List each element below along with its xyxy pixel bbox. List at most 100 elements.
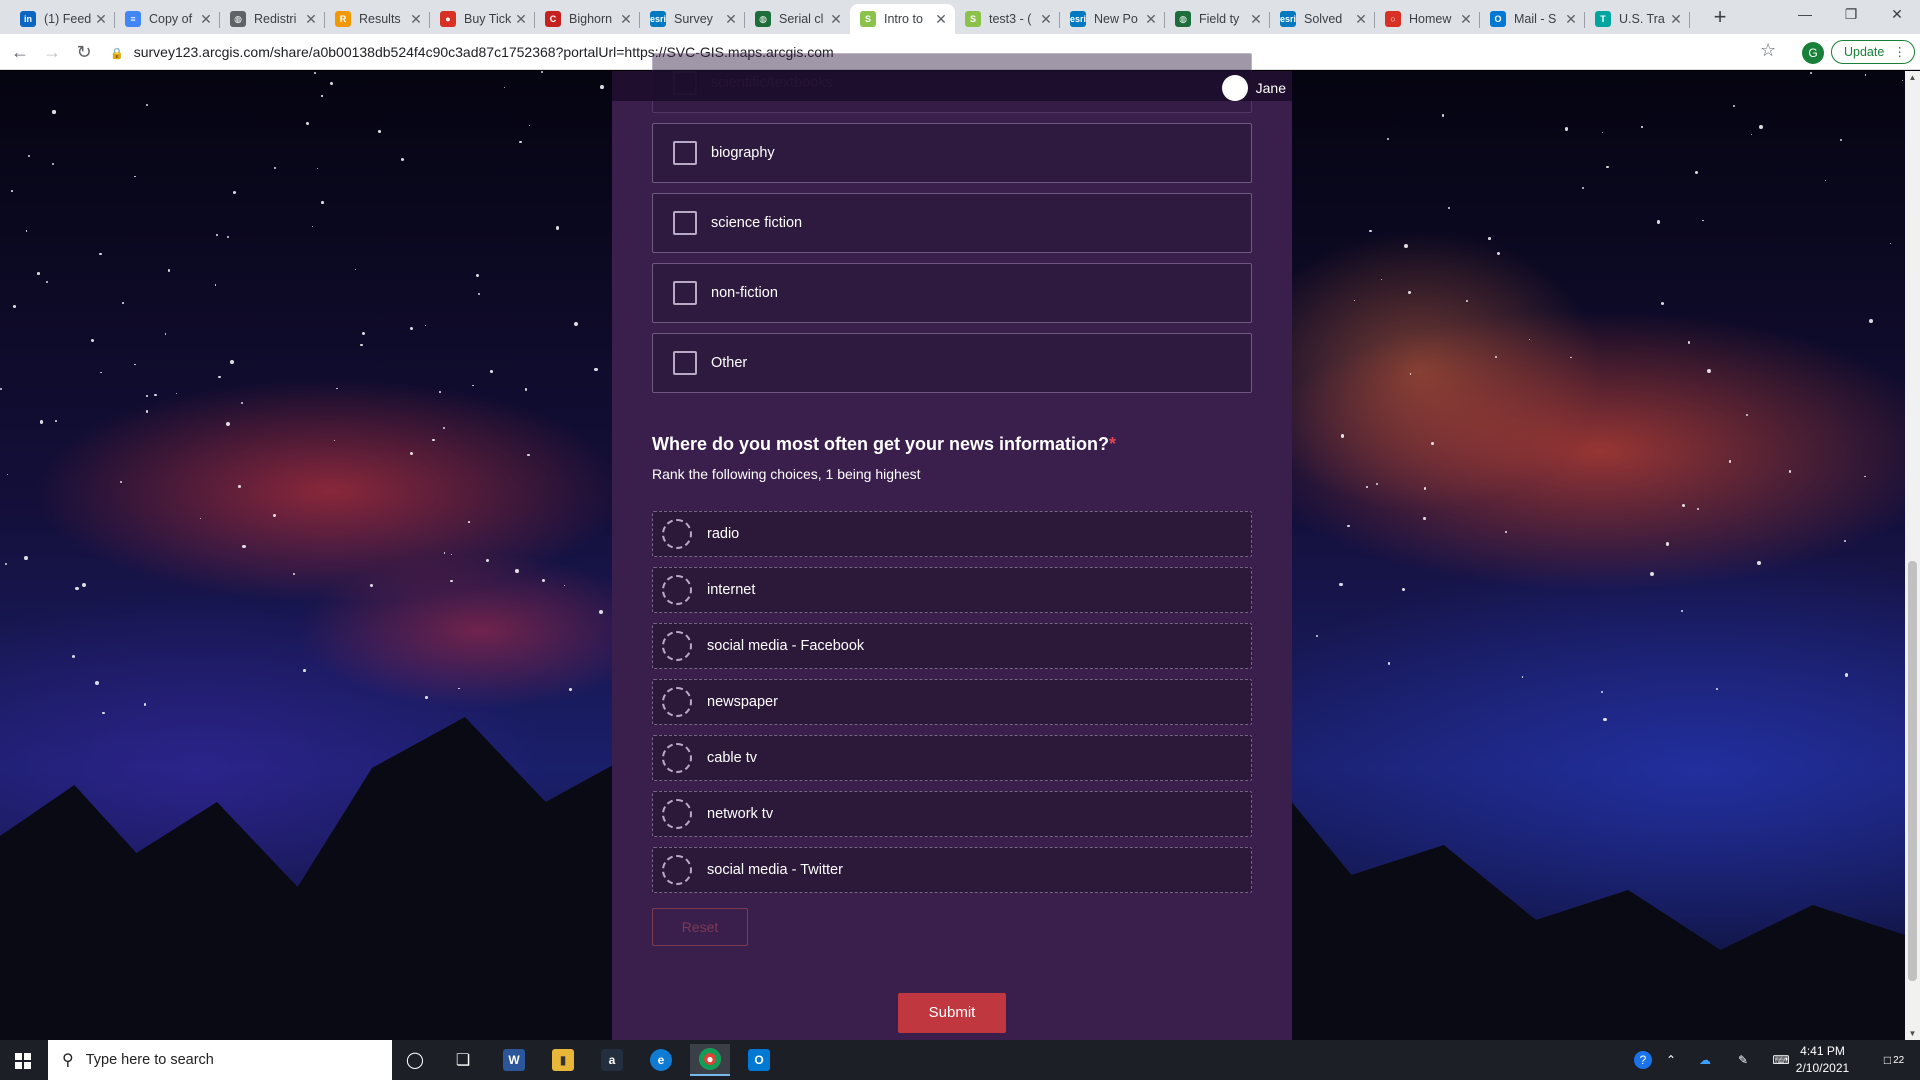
close-tab-icon[interactable]: ✕ [1563,11,1579,28]
start-button[interactable] [0,1040,46,1080]
close-tab-icon[interactable]: ✕ [1668,11,1684,28]
browser-tab[interactable]: ● Buy Tick ✕ [430,4,535,34]
close-tab-icon[interactable]: ✕ [828,11,844,28]
profile-avatar[interactable]: G [1802,42,1824,64]
genre-option-label: non-fiction [711,285,778,301]
genre-option[interactable]: science fiction [652,193,1252,253]
reset-button[interactable]: Reset [652,908,748,946]
page-scrollbar[interactable]: ▲ ▼ [1905,71,1920,1040]
taskbar-search-box[interactable]: ⚲ Type here to search [48,1040,392,1080]
show-hidden-icons-chevron-icon[interactable]: ⌃ [1660,1040,1682,1080]
close-tab-icon[interactable]: ✕ [723,11,739,28]
reload-icon[interactable]: ↻ [72,40,96,64]
browser-tab[interactable]: ○ Homew ✕ [1375,4,1480,34]
star-dot [360,343,363,347]
browser-tab[interactable]: ◍ Redistri ✕ [220,4,325,34]
close-tab-icon[interactable]: ✕ [933,11,949,28]
ranking-choice[interactable]: cable tv [652,735,1252,781]
update-button[interactable]: Update ⋮ [1831,40,1915,64]
star-dot [1759,125,1764,130]
cortana-icon[interactable]: ◯ [395,1044,435,1076]
browser-tab[interactable]: esri Survey ✕ [640,4,745,34]
browser-tab[interactable]: ◍ Field ty ✕ [1165,4,1270,34]
close-tab-icon[interactable]: ✕ [618,11,634,28]
close-tab-icon[interactable]: ✕ [513,11,529,28]
star-dot [1649,572,1654,577]
star-dot [52,162,55,166]
close-tab-icon[interactable]: ✕ [1248,11,1264,28]
checkbox[interactable] [673,281,697,305]
browser-tab[interactable]: in (1) Feed ✕ [10,4,115,34]
close-tab-icon[interactable]: ✕ [1458,11,1474,28]
star-dot [143,703,147,706]
globe-icon: ◍ [755,11,771,27]
task-view-icon[interactable]: ❏ [443,1044,483,1076]
ranking-choice[interactable]: radio [652,511,1252,557]
star-dot [119,480,122,483]
help-icon[interactable]: ? [1630,1040,1656,1080]
edge-icon[interactable]: e [641,1044,681,1076]
close-window-button[interactable]: ✕ [1874,0,1920,30]
close-tab-icon[interactable]: ✕ [1143,11,1159,28]
star-dot [336,387,338,390]
ranking-choice[interactable]: internet [652,567,1252,613]
star-dot [1602,132,1604,134]
forward-arrow-icon[interactable]: → [40,40,64,64]
star-dot [238,485,242,488]
genre-option[interactable]: non-fiction [652,263,1252,323]
close-tab-icon[interactable]: ✕ [93,11,109,28]
file-explorer-icon[interactable]: ▮ [543,1044,583,1076]
browser-tab[interactable]: R Results ✕ [325,4,430,34]
scroll-down-arrow-icon[interactable]: ▼ [1905,1029,1920,1038]
word-icon[interactable]: W [494,1044,534,1076]
close-tab-icon[interactable]: ✕ [303,11,319,28]
browser-tab[interactable]: C Bighorn ✕ [535,4,640,34]
genre-option[interactable]: Other [652,333,1252,393]
clock-time: 4:41 PM [1800,1044,1845,1058]
close-tab-icon[interactable]: ✕ [408,11,424,28]
amazon-icon[interactable]: a [592,1044,632,1076]
onedrive-cloud-icon[interactable]: ☁ [1692,1040,1718,1080]
close-tab-icon[interactable]: ✕ [1038,11,1054,28]
browser-tab[interactable]: esri New Po ✕ [1060,4,1165,34]
restore-button[interactable]: ❐ [1828,0,1874,30]
ranking-choice[interactable]: newspaper [652,679,1252,725]
ranking-choice[interactable]: network tv [652,791,1252,837]
new-tab-button[interactable]: + [1706,4,1734,32]
browser-tab[interactable]: O Mail - S ✕ [1480,4,1585,34]
outlook-icon[interactable]: O [739,1044,779,1076]
minimize-button[interactable]: — [1782,0,1828,30]
close-tab-icon[interactable]: ✕ [198,11,214,28]
ranking-choice[interactable]: social media - Facebook [652,623,1252,669]
star-dot [233,190,237,194]
back-arrow-icon[interactable]: ← [8,40,32,64]
ranking-choice[interactable]: social media - Twitter [652,847,1252,893]
scrollbar-thumb[interactable] [1908,561,1917,981]
star-dot [574,322,579,326]
checkbox[interactable] [673,141,697,165]
notifications-icon[interactable]: □ 22 [1872,1040,1916,1080]
star-dot [1696,507,1699,510]
scroll-up-arrow-icon[interactable]: ▲ [1905,73,1920,82]
chrome-icon[interactable]: ● [690,1044,730,1076]
submit-button[interactable]: Submit [898,993,1006,1033]
browser-tab[interactable]: esri Solved ✕ [1270,4,1375,34]
star-dot [321,201,324,204]
clock[interactable]: 4:41 PM 2/10/2021 [1785,1043,1860,1077]
search-icon: ⚲ [62,1052,74,1069]
checkbox[interactable] [673,211,697,235]
pen-workspace-icon[interactable]: ✎ [1730,1040,1756,1080]
close-tab-icon[interactable]: ✕ [1353,11,1369,28]
browser-tab[interactable]: ◍ Serial cl ✕ [745,4,850,34]
rank-slot-icon [662,575,692,605]
checkbox[interactable] [673,351,697,375]
browser-tab[interactable]: T U.S. Tra ✕ [1585,4,1690,34]
browser-tab[interactable]: S Intro to ✕ [850,4,955,34]
bookmark-star-icon[interactable]: ☆ [1760,40,1776,61]
browser-tab[interactable]: ≡ Copy of ✕ [115,4,220,34]
user-menu[interactable]: Jane [1221,75,1286,101]
rank-slot-icon [662,799,692,829]
star-dot [1387,662,1391,666]
genre-option[interactable]: biography [652,123,1252,183]
browser-tab[interactable]: Stest3 - (✕ [955,4,1060,34]
